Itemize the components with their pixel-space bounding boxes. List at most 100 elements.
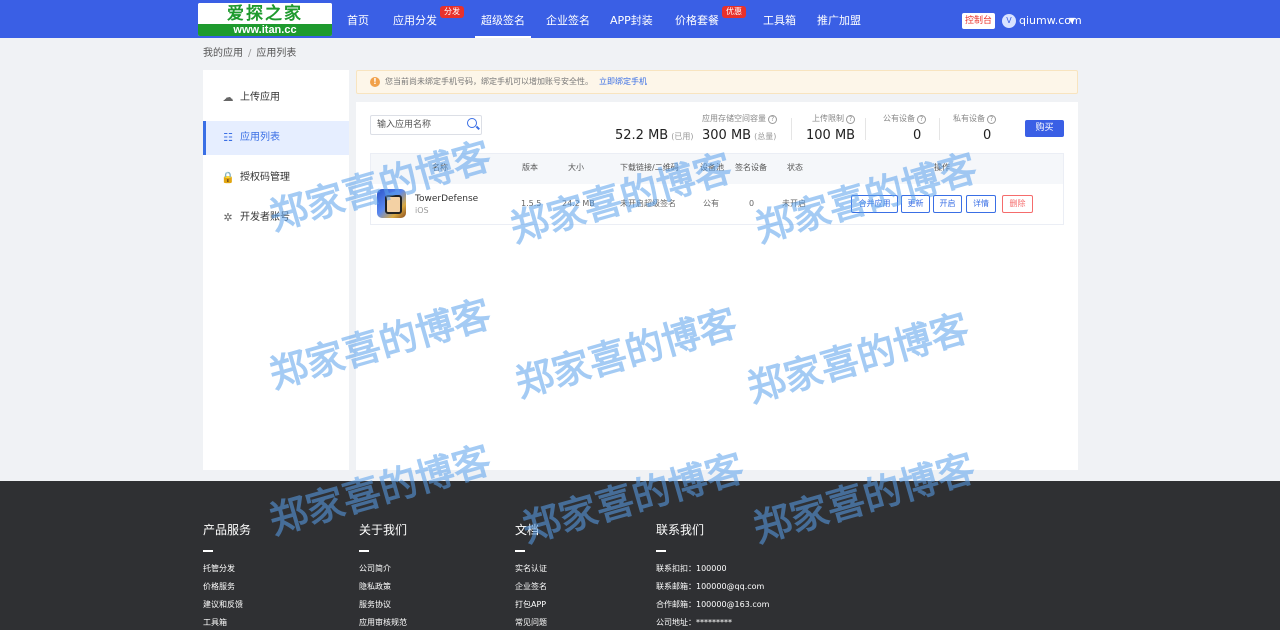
breadcrumb: 我的应用 / 应用列表 xyxy=(203,47,296,61)
sidebar-item-developer-account[interactable]: ✲ 开发者账号 xyxy=(203,201,349,235)
footer-col-title: 联系我们 xyxy=(656,523,705,537)
sidebar: ☁ 上传应用 ☷ 应用列表 🔒 授权码管理 ✲ 开发者账号 xyxy=(203,70,349,470)
app-list-panel: 应用存储空间容量? 52.2 MB(已用) 300 MB(总量) 上传限制? 1… xyxy=(356,102,1078,470)
phone-binding-notice: ! 您当前尚未绑定手机号码，绑定手机可以增加账号安全性。 立即绑定手机 xyxy=(356,70,1078,94)
list-icon: ☷ xyxy=(223,131,233,144)
table-header: 名称 版本 大小 下载链接/二维码 设备池 签名设备 状态 操作 xyxy=(371,154,1063,184)
nav-toolbox[interactable]: 工具箱 xyxy=(763,0,796,38)
footer-link[interactable]: 企业签名 xyxy=(515,581,547,593)
footer-col-title: 关于我们 xyxy=(359,523,408,537)
logo-url-text: www.itan.cc xyxy=(198,24,332,36)
public-devices-label: 公有设备? xyxy=(883,113,926,125)
stat-divider xyxy=(939,118,940,140)
breadcrumb-root[interactable]: 我的应用 xyxy=(203,48,243,59)
sidebar-item-label: 上传应用 xyxy=(240,92,280,103)
footer-link[interactable]: 常见问题 xyxy=(515,617,547,629)
stat-divider xyxy=(791,118,792,140)
footer-link[interactable]: 实名认证 xyxy=(515,563,547,575)
delete-button[interactable]: 删除 xyxy=(1002,195,1033,213)
storage-used-value: 52.2 MB xyxy=(615,128,669,143)
private-devices-label-text: 私有设备 xyxy=(953,114,985,123)
breadcrumb-separator: / xyxy=(248,48,252,59)
chevron-down-icon[interactable]: ▼ xyxy=(1069,12,1075,30)
footer-link[interactable]: 公司简介 xyxy=(359,563,391,575)
footer-link[interactable]: 打包APP xyxy=(515,599,546,611)
user-avatar[interactable]: V xyxy=(1002,14,1016,28)
search-icon[interactable] xyxy=(467,118,477,128)
footer-link[interactable]: 隐私政策 xyxy=(359,581,391,593)
sidebar-item-auth-code[interactable]: 🔒 授权码管理 xyxy=(203,161,349,195)
nav-app-wrapper[interactable]: APP封装 xyxy=(610,0,653,38)
nav-distribution-badge: 分发 xyxy=(440,6,464,18)
nav-home[interactable]: 首页 xyxy=(347,0,369,38)
breadcrumb-current: 应用列表 xyxy=(256,48,297,59)
storage-label: 应用存储空间容量? xyxy=(702,113,777,125)
buy-button[interactable]: 购买 xyxy=(1025,120,1064,137)
sidebar-item-label: 授权码管理 xyxy=(240,172,290,183)
footer-col-title: 文档 xyxy=(515,523,540,537)
app-table: 名称 版本 大小 下载链接/二维码 设备池 签名设备 状态 操作 TowerDe… xyxy=(370,153,1064,225)
site-logo[interactable]: 爱探之家 www.itan.cc xyxy=(198,3,332,36)
sidebar-item-app-list[interactable]: ☷ 应用列表 xyxy=(203,121,349,155)
app-signed-devices: 0 xyxy=(749,199,755,208)
private-devices-value: 0 xyxy=(983,128,992,143)
help-icon[interactable]: ? xyxy=(987,115,996,124)
bind-phone-link[interactable]: 立即绑定手机 xyxy=(599,77,647,86)
col-name: 名称 xyxy=(432,163,448,172)
nav-promotion[interactable]: 推广加盟 xyxy=(817,0,861,38)
footer-link[interactable]: 应用审核规范 xyxy=(359,617,407,629)
details-button[interactable]: 详情 xyxy=(966,195,996,213)
app-icon[interactable] xyxy=(377,189,406,218)
footer-divider xyxy=(515,550,525,552)
search-box[interactable] xyxy=(370,115,482,135)
footer-link[interactable]: 建议和反馈 xyxy=(203,599,243,611)
nav-enterprise-signature[interactable]: 企业签名 xyxy=(546,0,590,38)
col-version: 版本 xyxy=(522,163,538,172)
tools-icon: ✲ xyxy=(223,211,233,224)
footer-divider xyxy=(656,550,666,552)
public-devices-label-text: 公有设备 xyxy=(883,114,915,123)
merge-app-button[interactable]: 合并应用 xyxy=(851,195,898,213)
notice-message: 您当前尚未绑定手机号码，绑定手机可以增加账号安全性。 xyxy=(385,77,593,86)
app-name[interactable]: TowerDefense xyxy=(415,193,478,205)
col-signed-devices: 签名设备 xyxy=(735,163,767,172)
storage-total-value: 300 MB xyxy=(702,128,752,143)
footer-link[interactable]: 服务协议 xyxy=(359,599,391,611)
private-devices-label: 私有设备? xyxy=(953,113,996,125)
col-device-pool: 设备池 xyxy=(700,163,724,172)
footer-link[interactable]: 工具箱 xyxy=(203,617,227,629)
footer-address: 公司地址：********* xyxy=(656,618,732,627)
storage-label-text: 应用存储空间容量 xyxy=(702,114,766,123)
update-button[interactable]: 更新 xyxy=(901,195,930,213)
help-icon[interactable]: ? xyxy=(846,115,855,124)
app-link-status: 未开启超级签名 xyxy=(620,199,676,208)
sidebar-item-label: 应用列表 xyxy=(240,132,280,143)
app-status: 未开启 xyxy=(782,199,806,208)
col-status: 状态 xyxy=(787,163,803,172)
footer: 产品服务 托管分发 价格服务 建议和反馈 工具箱 关于我们 公司简介 隐私政策 … xyxy=(0,481,1280,630)
nav-app-distribution[interactable]: 应用分发 xyxy=(393,0,437,38)
top-navbar: 爱探之家 www.itan.cc 首页 应用分发 分发 超级签名 企业签名 AP… xyxy=(0,0,1280,38)
storage-total: 300 MB (总量) xyxy=(702,128,776,145)
console-button[interactable]: 控制台 xyxy=(962,13,995,29)
search-input[interactable] xyxy=(371,116,463,134)
footer-divider xyxy=(203,550,213,552)
col-download-link: 下载链接/二维码 xyxy=(620,163,679,172)
help-icon[interactable]: ? xyxy=(917,115,926,124)
lock-icon: 🔒 xyxy=(221,171,235,184)
footer-link[interactable]: 托管分发 xyxy=(203,563,235,575)
storage-total-tag: (总量) xyxy=(754,132,777,141)
table-row: TowerDefense iOS 1.5.5 24.2 MB 未开启超级签名 公… xyxy=(371,184,1063,224)
sidebar-item-label: 开发者账号 xyxy=(240,212,290,223)
stat-divider xyxy=(865,118,866,140)
storage-used: 52.2 MB (已用) xyxy=(615,128,693,145)
nav-super-signature[interactable]: 超级签名 xyxy=(475,0,531,38)
sidebar-item-upload-app[interactable]: ☁ 上传应用 xyxy=(203,81,349,115)
app-size: 24.2 MB xyxy=(562,199,595,208)
enable-button[interactable]: 开启 xyxy=(933,195,962,213)
notice-text: 您当前尚未绑定手机号码，绑定手机可以增加账号安全性。 立即绑定手机 xyxy=(385,71,647,93)
footer-col-title: 产品服务 xyxy=(203,523,252,537)
footer-link[interactable]: 价格服务 xyxy=(203,581,235,593)
nav-pricing[interactable]: 价格套餐 xyxy=(675,0,719,38)
help-icon[interactable]: ? xyxy=(768,115,777,124)
